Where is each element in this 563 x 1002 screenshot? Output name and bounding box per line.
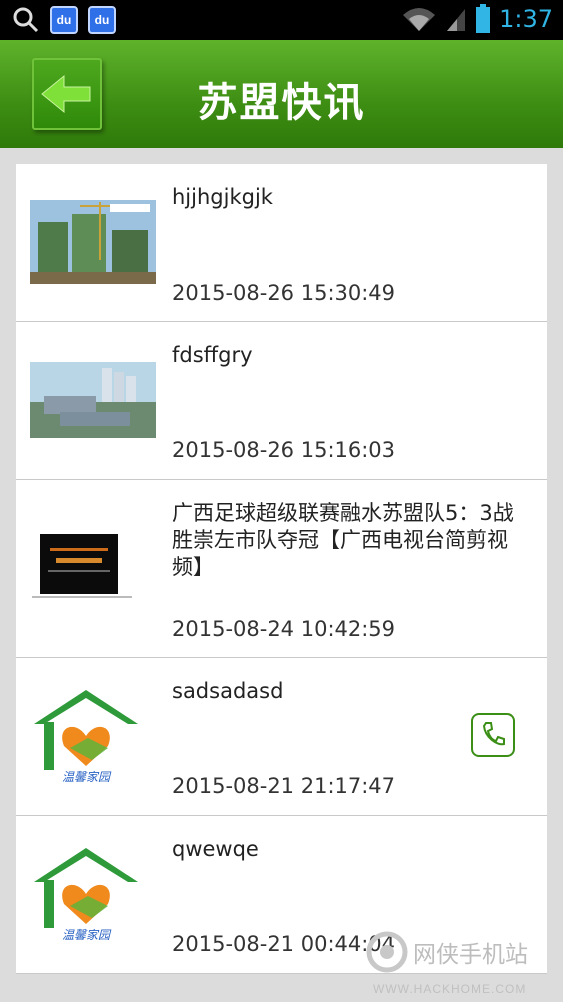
wifi-icon <box>403 8 436 31</box>
watermark-url: WWW.HACKHOME.COM <box>373 982 526 996</box>
list-item[interactable]: 温馨家园 sadsadasd 2015-08-21 21:17:47 <box>16 658 547 816</box>
baidu-icon: du <box>50 6 78 34</box>
news-title: sadsadasd <box>172 679 284 703</box>
battery-icon <box>476 4 491 33</box>
list-item[interactable]: 广西足球超级联赛融水苏盟队5：3战胜崇左市队夺冠【广西电视台简剪视频】 2015… <box>16 480 547 658</box>
list-item[interactable]: hjjhgjkgjk 2015-08-26 15:30:49 <box>16 164 547 322</box>
signal-icon <box>447 9 466 31</box>
news-date: 2015-08-26 15:16:03 <box>172 438 396 462</box>
news-title: fdsffgry <box>172 343 253 367</box>
baidu-icon: du <box>88 6 116 34</box>
hackhome-watermark: 网侠手机站 WWW.HACKHOME.COM <box>366 931 528 996</box>
status-bar: du du 1:37 <box>0 0 563 40</box>
news-thumbnail <box>30 530 136 606</box>
news-date: 2015-08-24 10:42:59 <box>172 617 396 641</box>
page-title: 苏盟快讯 <box>197 80 366 126</box>
news-title: qwewqe <box>172 837 259 861</box>
news-thumbnail <box>30 362 156 438</box>
logo-text: 温馨家园 <box>62 928 112 942</box>
news-date: 2015-08-21 21:17:47 <box>172 774 396 798</box>
logo-text: 温馨家园 <box>62 770 112 784</box>
news-title: hjjhgjkgjk <box>172 185 273 209</box>
phone-icon <box>482 722 505 746</box>
watermark-name: 网侠手机站 <box>413 942 528 968</box>
news-date: 2015-08-21 00:44:04 <box>172 932 396 956</box>
call-button[interactable] <box>471 713 515 757</box>
search-icon <box>13 7 39 33</box>
clock: 1:37 <box>499 5 553 33</box>
news-list: hjjhgjkgjk 2015-08-26 15:30:49 fdsffgry … <box>16 164 547 974</box>
list-item[interactable]: fdsffgry 2015-08-26 15:16:03 <box>16 322 547 480</box>
app-header: 苏盟快讯 <box>0 40 563 148</box>
wenxin-jiayuan-logo: 温馨家园 <box>34 690 138 784</box>
news-thumbnail <box>30 200 156 284</box>
news-date: 2015-08-26 15:30:49 <box>172 281 396 305</box>
news-title: 广西足球超级联赛融水苏盟队5：3战胜崇左市队夺冠【广西电视台简剪视频】 <box>172 501 514 579</box>
wenxin-jiayuan-logo: 温馨家园 <box>34 848 138 942</box>
